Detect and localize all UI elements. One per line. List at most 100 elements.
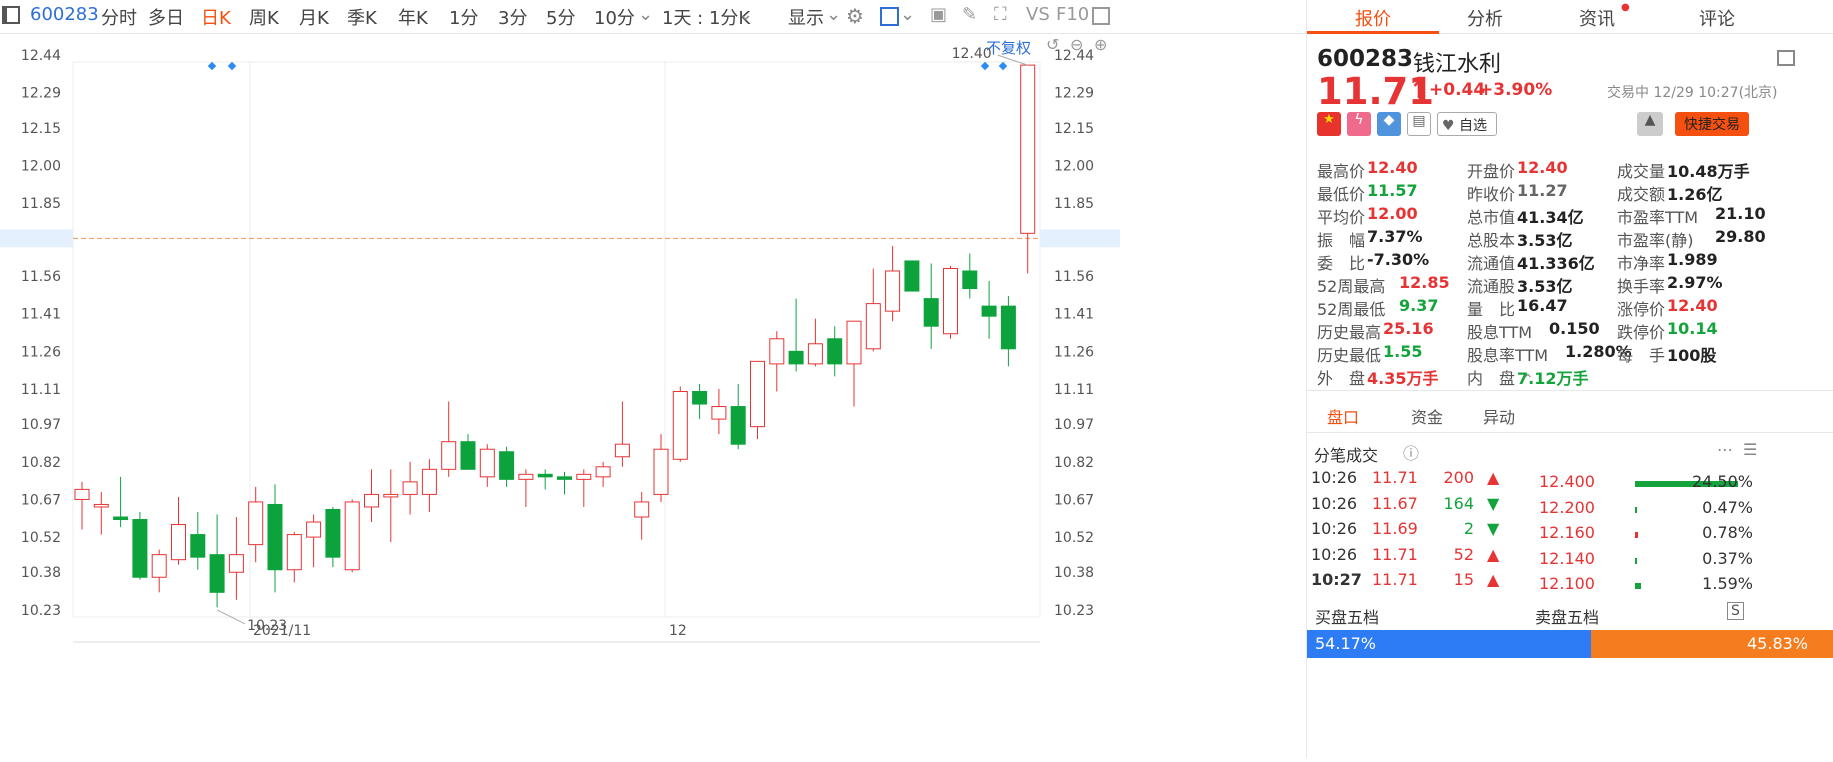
- y-tick-right: 10.67: [1054, 492, 1094, 508]
- bell-icon[interactable]: ▲: [1637, 112, 1663, 136]
- tab-monthly-k[interactable]: 月K: [299, 4, 329, 30]
- tab-news[interactable]: 资讯: [1579, 5, 1615, 31]
- candle-body: [74, 488, 90, 500]
- favorite-button[interactable]: ♥ 自选: [1437, 112, 1497, 136]
- y-tick-right: 11.85: [1054, 196, 1094, 212]
- y-tick-right: 11.11: [1054, 382, 1094, 398]
- tab-3min[interactable]: 3分: [498, 4, 527, 30]
- tab-comments[interactable]: 评论: [1699, 5, 1735, 31]
- tab-daily-k[interactable]: 日K: [201, 4, 231, 30]
- stat-label: 市盈率(静): [1617, 231, 1694, 250]
- stat-value: 10.48万手: [1667, 162, 1750, 181]
- stat-value: 100股: [1667, 346, 1717, 365]
- candle-body: [460, 441, 476, 470]
- menu-icon[interactable]: [1777, 50, 1795, 66]
- stat-value: 16.47: [1517, 296, 1568, 315]
- dist-price: 12.140: [1539, 548, 1595, 568]
- zoom-in-icon[interactable]: ⊕: [1094, 35, 1107, 54]
- collapse-chevron-icon[interactable]: ⌃: [1522, 372, 1534, 388]
- tick-volume: 164: [1443, 493, 1474, 513]
- stat-label: 最低价: [1317, 185, 1366, 204]
- sidebar-toggle-icon[interactable]: [2, 6, 20, 24]
- undo-icon[interactable]: ↺: [1046, 35, 1059, 54]
- buy5-label: 买盘五档: [1315, 608, 1380, 627]
- camera-icon[interactable]: ▣: [930, 4, 947, 25]
- tab-5min[interactable]: 5分: [546, 4, 575, 30]
- y-tick-left: 12.44: [21, 48, 61, 64]
- dist-price: 12.200: [1539, 497, 1595, 517]
- tab-analysis[interactable]: 分析: [1467, 5, 1503, 31]
- active-tab-underline: [1307, 31, 1439, 34]
- stat-value: -7.30%: [1367, 250, 1430, 269]
- tab-quote[interactable]: 报价: [1355, 5, 1391, 31]
- f10-button[interactable]: F10: [1056, 4, 1089, 25]
- gear-icon[interactable]: ⚙: [846, 4, 864, 28]
- event-marker-icon: [980, 61, 990, 71]
- candle-body: [479, 448, 495, 478]
- candle-body: [248, 501, 264, 546]
- candle-body: [93, 503, 109, 508]
- lightning-icon[interactable]: ϟ: [1347, 112, 1371, 136]
- info-icon[interactable]: ⓘ: [1403, 440, 1419, 464]
- more-icon[interactable]: ⋯: [1717, 440, 1733, 459]
- dist-price: 12.160: [1539, 523, 1595, 542]
- stat-value: 1.989: [1667, 250, 1718, 269]
- subtab-capital[interactable]: 资金: [1411, 404, 1443, 428]
- tab-fenshi[interactable]: 分时: [101, 4, 137, 30]
- color-square-icon[interactable]: [880, 7, 899, 26]
- bookmark-icon[interactable]: ▤: [1407, 112, 1431, 136]
- fuquan-toggle[interactable]: 不复权: [986, 37, 1031, 58]
- y-tick-right: 11.26: [1054, 344, 1094, 360]
- candle-body: [943, 267, 958, 335]
- s-icon[interactable]: S: [1727, 602, 1744, 620]
- tab-yearly-k[interactable]: 年K: [398, 4, 428, 30]
- tab-10min[interactable]: 10分: [594, 4, 635, 30]
- candle-body: [132, 519, 148, 578]
- vs-button[interactable]: VS: [1026, 4, 1050, 25]
- chart-toolbar: 600283 分时 多日 日K 周K 月K 季K 年K 1分 3分 5分 10分…: [0, 0, 1306, 34]
- candle-body: [576, 473, 592, 480]
- pencil-icon[interactable]: ✎: [962, 4, 977, 25]
- candle-body: [769, 338, 785, 365]
- candle-body: [827, 338, 843, 365]
- candle-body: [634, 501, 650, 518]
- stat-label: 委 比: [1317, 254, 1366, 273]
- favorite-label: 自选: [1459, 118, 1488, 134]
- stat-label: 内 盘: [1467, 369, 1516, 388]
- subtab-pankou[interactable]: 盘口: [1327, 404, 1359, 428]
- buy-pct: 54.17%: [1315, 634, 1377, 653]
- chevron-down-icon: ⌄: [900, 4, 916, 25]
- ticks-title: 分笔成交: [1314, 446, 1379, 465]
- candle-body: [653, 448, 669, 495]
- chevron-down-icon[interactable]: ⌄: [638, 4, 653, 25]
- period-select[interactable]: 1天 : 1分K: [662, 4, 750, 30]
- up-triangle-icon: ▲: [1487, 570, 1500, 589]
- tab-weekly-k[interactable]: 周K: [249, 4, 279, 30]
- dist-pct: 0.78%: [1702, 523, 1753, 542]
- list-icon[interactable]: ☰: [1743, 440, 1757, 459]
- tab-quarterly-k[interactable]: 季K: [347, 4, 377, 30]
- y-tick-right: 12.29: [1054, 86, 1094, 102]
- subtab-anomaly[interactable]: 异动: [1483, 404, 1515, 428]
- tab-duori[interactable]: 多日: [148, 4, 184, 30]
- tab-1min[interactable]: 1分: [449, 4, 478, 30]
- fullscreen-icon[interactable]: ⛶: [994, 4, 1007, 25]
- y-tick-right: 10.97: [1054, 417, 1094, 433]
- candle-body: [1000, 305, 1016, 350]
- kline-chart[interactable]: 12.44 12.44 12.29 12.29 12.15 12.15 12.00 12.00…: [0, 35, 1306, 758]
- panel-icon[interactable]: [1092, 7, 1110, 25]
- stock-code[interactable]: 600283: [30, 4, 99, 25]
- candle-body: [1020, 64, 1036, 234]
- dist-bar: [1635, 557, 1637, 564]
- candle-body: [750, 360, 765, 428]
- tag-icon[interactable]: ◆: [1377, 112, 1401, 136]
- x-label: 12: [669, 623, 687, 639]
- candle-body: [595, 466, 611, 478]
- stat-label: 流通股: [1467, 277, 1516, 296]
- candle-body: [865, 303, 881, 350]
- stat-label: 成交量: [1617, 162, 1666, 181]
- zoom-out-icon[interactable]: ⊖: [1070, 35, 1083, 54]
- quick-trade-button[interactable]: 快捷交易: [1675, 112, 1749, 136]
- display-menu[interactable]: 显示: [788, 4, 824, 30]
- y-tick-left: 12.29: [21, 86, 61, 102]
